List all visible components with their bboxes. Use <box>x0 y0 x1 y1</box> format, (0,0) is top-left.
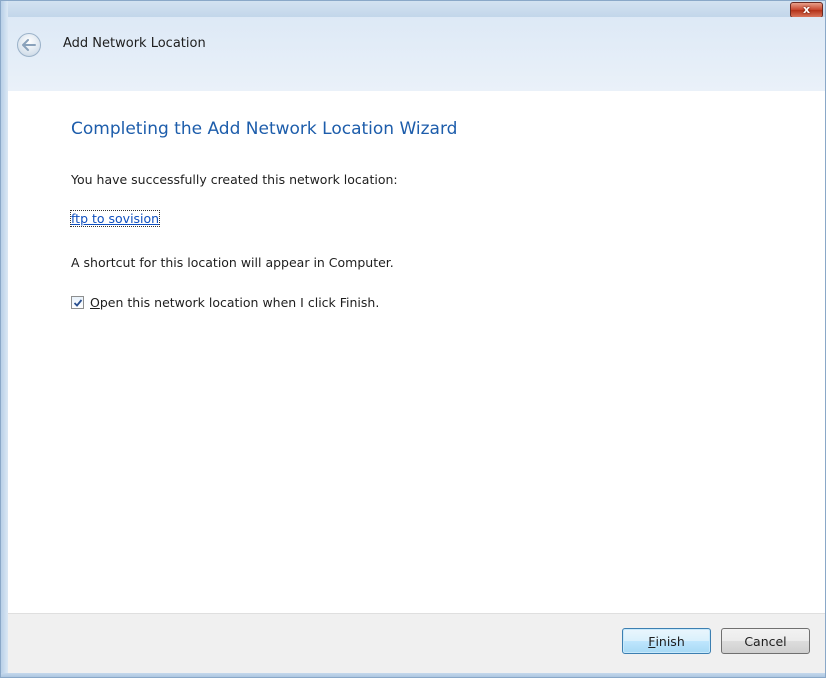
finish-accelerator-key: F <box>648 633 656 649</box>
finish-button-label: inish <box>655 633 685 649</box>
back-arrow-icon <box>22 39 36 51</box>
close-icon: x <box>802 3 811 16</box>
wizard-title: Add Network Location <box>63 36 206 51</box>
accelerator-key: O <box>90 295 100 310</box>
close-button[interactable]: x <box>790 2 823 18</box>
checkmark-icon <box>73 298 82 307</box>
network-location-link[interactable]: ftp to sovision <box>69 210 161 227</box>
open-location-option[interactable]: Open this network location when I click … <box>71 295 379 310</box>
window-frame-left <box>1 1 8 677</box>
open-location-checkbox-label[interactable]: Open this network location when I click … <box>90 295 379 310</box>
success-message: You have successfully created this netwo… <box>71 172 398 187</box>
checkbox-label-text: pen this network location when I click F… <box>99 295 380 310</box>
back-button[interactable] <box>17 33 41 57</box>
finish-button[interactable]: Finish <box>622 628 711 654</box>
cancel-button[interactable]: Cancel <box>721 628 810 654</box>
window-title-bar[interactable] <box>1 1 825 17</box>
shortcut-message: A shortcut for this location will appear… <box>71 255 394 270</box>
window-frame-bottom <box>1 673 825 677</box>
wizard-content <box>8 91 825 613</box>
open-location-checkbox[interactable] <box>71 296 84 309</box>
wizard-window: x Add Network Location Completing the Ad… <box>0 0 826 678</box>
wizard-navigation-bar <box>8 17 825 91</box>
page-heading: Completing the Add Network Location Wiza… <box>71 119 458 139</box>
